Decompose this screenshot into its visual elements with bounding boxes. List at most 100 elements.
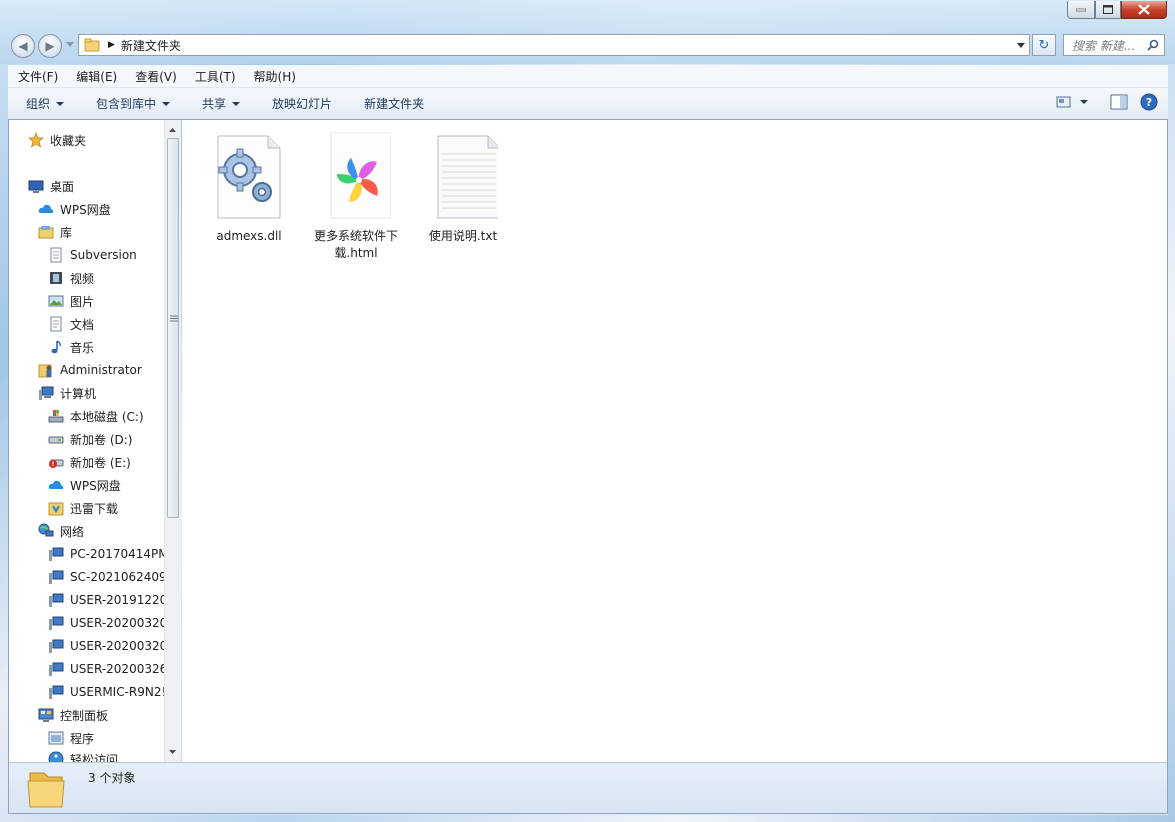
search-input[interactable]: 搜索 新建... [1063,34,1165,56]
back-arrow-icon: ◀ [18,39,28,53]
change-view-button[interactable] [1056,95,1088,109]
preview-pane-icon[interactable] [1110,94,1128,110]
include-in-library-button[interactable]: 包含到库中 [78,95,184,112]
video-icon [48,270,64,286]
forward-button[interactable]: ▶ [38,34,62,58]
library-icon [38,224,54,240]
nav-drive-c[interactable]: 本地磁盘 (C:) [48,406,144,426]
menu-bar: 文件(F) 编辑(E) 查看(V) 工具(T) 帮助(H) [8,65,1168,88]
nav-documents-label: 文档 [70,317,95,332]
nav-xunlei-downloads[interactable]: 迅雷下载 [48,498,118,518]
nav-wps-cloud-2[interactable]: WPS网盘 [48,475,121,495]
menu-help[interactable]: 帮助(H) [244,68,304,85]
nav-control-panel[interactable]: 控制面板 [38,705,108,725]
nav-music[interactable]: 音乐 [48,337,94,357]
nav-programs[interactable]: 程序 [48,728,94,748]
new-folder-label: 新建文件夹 [364,97,425,111]
new-folder-button[interactable]: 新建文件夹 [346,95,438,112]
nav-ease-of-access[interactable]: 轻松访问 [48,751,118,762]
browser-pinwheel-icon [321,131,392,224]
music-note-icon [48,339,64,355]
address-bar[interactable]: ▶ 新建文件夹 [78,34,1030,56]
menu-file[interactable]: 文件(F) [8,68,66,85]
cloud-icon [48,477,64,493]
organize-label: 组织 [26,97,51,111]
scroll-up-icon[interactable] [165,124,180,136]
nav-network-pc-1-label: PC-20170414PM [70,547,164,561]
folder-icon [27,772,65,808]
breadcrumb-current-folder[interactable]: 新建文件夹 [121,37,181,54]
organize-button[interactable]: 组织 [8,95,78,112]
back-button[interactable]: ◀ [11,34,35,58]
nav-network-pc-6[interactable]: USER-20200326' [48,659,164,679]
file-list-view: admexs.dll 更多系统软件下 载.html 使用说明.txt [182,120,1168,762]
nav-network-pc-2-label: SC-20210624091 [70,570,164,584]
address-history-dropdown-icon[interactable] [1017,42,1025,48]
system-drive-icon [48,408,64,424]
nav-favorites-label: 收藏夹 [50,133,87,148]
menu-view[interactable]: 查看(V) [125,68,185,85]
breadcrumb-separator-icon[interactable]: ▶ [108,40,115,50]
help-icon[interactable]: ? [1140,93,1158,111]
nav-computer[interactable]: 计算机 [38,383,96,403]
file-name-line-2: 载.html [334,246,378,260]
chevron-down-icon [1080,100,1088,104]
file-item-more-software-html[interactable]: 更多系统软件下 载.html [308,131,404,262]
view-options-icon [1056,96,1071,108]
nav-library-label: 库 [60,225,73,240]
nav-administrator[interactable]: Administrator [38,360,142,380]
menu-tools[interactable]: 工具(T) [185,68,244,85]
slideshow-button[interactable]: 放映幻灯片 [254,95,346,112]
nav-library[interactable]: 库 [38,222,72,242]
nav-documents[interactable]: 文档 [48,314,94,334]
nav-network-pc-3[interactable]: USER-20191220I [48,590,164,610]
share-button[interactable]: 共享 [184,95,254,112]
nav-network-pc-7[interactable]: USERMIC-R9N2! [48,682,164,702]
nav-favorites[interactable]: 收藏夹 [28,130,86,150]
nav-subversion[interactable]: Subversion [48,245,137,265]
item-count: 3 个对象 [88,771,136,785]
nav-network-pc-6-label: USER-20200326' [70,662,164,676]
scrollbar-thumb[interactable] [167,138,179,518]
nav-videos[interactable]: 视频 [48,268,94,288]
nav-network-pc-1[interactable]: PC-20170414PM [48,544,164,564]
nav-network[interactable]: 网络 [38,521,84,541]
nav-network-pc-2[interactable]: SC-20210624091 [48,567,164,587]
nav-network-pc-4[interactable]: USER-20200320. [48,613,164,633]
navigation-scrollbar[interactable] [164,120,181,762]
file-name-line-1: 更多系统软件下 [313,229,398,243]
slideshow-label: 放映幻灯片 [272,97,333,111]
forward-arrow-icon: ▶ [45,39,55,53]
drive-icon [48,431,64,447]
scroll-down-icon[interactable] [165,746,180,758]
nav-wps-cloud[interactable]: WPS网盘 [38,199,111,219]
nav-network-label: 网络 [60,524,85,539]
nav-network-pc-4-label: USER-20200320. [70,616,164,630]
computer-icon [48,546,64,562]
nav-desktop[interactable]: 桌面 [28,176,74,196]
nav-drive-c-label: 本地磁盘 (C:) [70,409,144,424]
recent-pages-dropdown[interactable] [66,42,74,47]
grip-icon [170,315,178,322]
refresh-button[interactable]: ↻ [1032,34,1056,56]
nav-drive-d[interactable]: 新加卷 (D:) [48,429,132,449]
minimize-button[interactable] [1067,1,1095,19]
nav-control-panel-label: 控制面板 [60,708,109,723]
programs-icon [48,730,64,746]
share-label: 共享 [202,97,227,111]
file-item-admexs-dll[interactable]: admexs.dll [201,132,297,245]
file-name: 使用说明.txt [428,229,498,243]
nav-drive-e[interactable]: 新加卷 (E:) [48,452,131,472]
maximize-button[interactable] [1095,1,1121,19]
nav-network-pc-5[interactable]: USER-20200320I [48,636,164,656]
nav-xunlei-downloads-label: 迅雷下载 [70,501,119,516]
computer-icon [48,592,64,608]
download-folder-icon [48,500,64,516]
control-panel-icon [38,707,54,723]
menu-edit[interactable]: 编辑(E) [66,68,125,85]
file-item-readme-txt[interactable]: 使用说明.txt [415,132,511,245]
dll-gear-icon [214,132,284,224]
nav-pictures[interactable]: 图片 [48,291,94,311]
nav-network-pc-7-label: USERMIC-R9N2! [70,685,164,699]
close-button[interactable] [1121,1,1167,19]
